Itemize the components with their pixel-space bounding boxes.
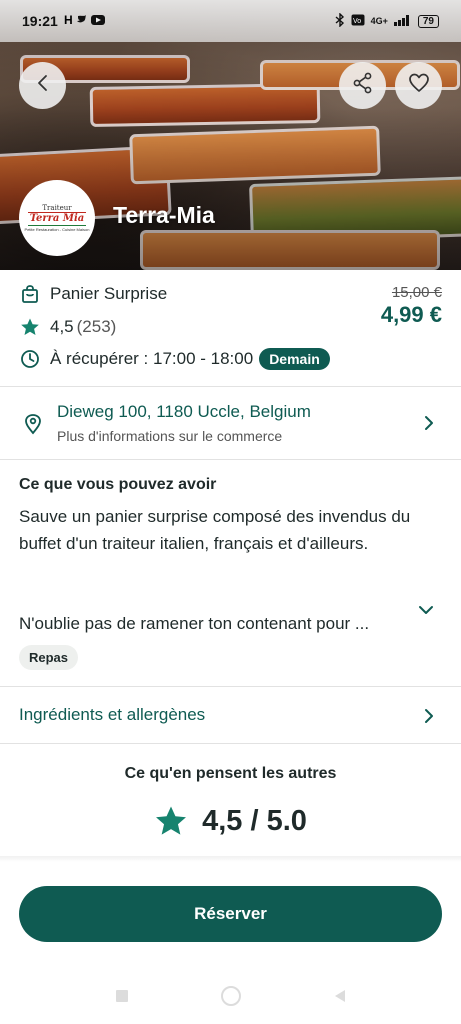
offer-info: Panier Surprise 4,5 (253) À récupérer : … <box>0 270 461 387</box>
old-price: 15,00 € <box>391 284 442 301</box>
bag-icon <box>19 283 41 305</box>
overall-score: 4,5 / 5.0 <box>202 804 307 837</box>
description-section: Ce que vous pouvez avoir Sauve un panier… <box>0 461 461 687</box>
system-navbar <box>0 980 461 1016</box>
heart-icon <box>408 72 430 99</box>
description-body: Sauve un panier surprise composé des inv… <box>19 507 411 553</box>
svg-text:Vo: Vo <box>353 18 361 25</box>
new-price: 4,99 € <box>380 302 442 327</box>
address-more-info: Plus d'informations sur le commerce <box>57 428 283 444</box>
chevron-left-icon <box>33 73 53 98</box>
offer-name-row: Panier Surprise <box>19 283 167 305</box>
recents-button[interactable] <box>114 988 130 1009</box>
svg-text:H: H <box>64 13 73 26</box>
description-more: N'oublie pas de ramener ton contenant po… <box>19 614 370 633</box>
back-nav-button[interactable] <box>332 988 348 1009</box>
home-button[interactable] <box>220 985 242 1012</box>
address-row[interactable]: Dieweg 100, 1180 Uccle, Belgium Plus d'i… <box>0 388 461 460</box>
rating-value: 4,5 <box>50 317 74 336</box>
star-icon <box>154 804 188 838</box>
pickup-time: À récupérer : 17:00 - 18:00 <box>50 349 254 368</box>
offer-name: Panier Surprise <box>50 284 168 303</box>
location-pin-icon <box>22 413 44 440</box>
share-icon <box>352 72 374 99</box>
back-button[interactable] <box>19 62 66 109</box>
volte-icon: Vo <box>351 14 365 29</box>
rating-count: (253) <box>76 317 117 336</box>
battery-icon: 79 <box>417 14 439 28</box>
chevron-down-icon <box>419 606 433 614</box>
favorite-button[interactable] <box>395 62 442 109</box>
share-button[interactable] <box>339 62 386 109</box>
store-name: Terra-Mia <box>113 202 215 228</box>
rating-row: 4,5 (253) <box>19 316 116 338</box>
chevron-right-icon <box>423 414 435 437</box>
signal-icon <box>393 14 412 29</box>
logo-line1: Traiteur <box>42 204 72 212</box>
star-icon <box>19 316 41 338</box>
status-time: 19:21 <box>22 13 58 29</box>
pickup-row: À récupérer : 17:00 - 18:00 Demain <box>19 348 330 370</box>
expand-button[interactable] <box>417 603 435 621</box>
bluetooth-icon <box>335 11 345 30</box>
logo-line3: Petite Restauration - Cuisine Maison <box>24 227 90 232</box>
ingredients-row[interactable]: Ingrédients et allergènes <box>0 688 461 744</box>
status-notification-icons: H <box>64 13 112 29</box>
clock-icon <box>19 348 41 370</box>
logo-line2: Terra Mia <box>27 212 87 226</box>
pickup-day-badge: Demain <box>259 348 330 370</box>
store-logo: Traiteur Terra Mia Petite Restauration -… <box>19 180 95 256</box>
description-title: Ce que vous pouvez avoir <box>19 476 217 493</box>
reviews-title: Ce qu'en pensent les autres <box>124 765 337 782</box>
overall-rating: 4,5 / 5.0 <box>0 804 461 838</box>
bottom-divider <box>0 856 461 862</box>
chevron-right-icon <box>423 707 435 730</box>
category-tag: Repas <box>19 645 79 670</box>
network-type: 4G+ <box>370 16 388 26</box>
address-line: Dieweg 100, 1180 Uccle, Belgium <box>57 402 311 421</box>
reserve-button[interactable]: Réserver <box>19 886 442 942</box>
status-bar: 19:21 H Vo 4G+ 79 <box>0 0 461 42</box>
ingredients-label: Ingrédients et allergènes <box>19 705 206 724</box>
